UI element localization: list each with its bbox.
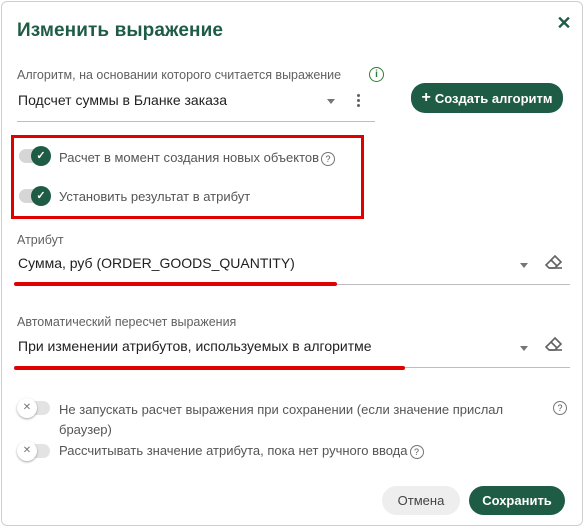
recalc-label: Автоматический пересчет выражения	[17, 315, 237, 329]
plus-icon: +	[421, 89, 431, 106]
info-icon[interactable]: i	[369, 67, 384, 82]
toggle-skip-calc-on-save-label: Не запускать расчет выражения при сохран…	[59, 402, 504, 437]
annotation-box	[11, 135, 364, 219]
attribute-value[interactable]: Сумма, руб (ORDER_GOODS_QUANTITY)	[18, 255, 295, 271]
toggle-set-result-label: Установить результат в атрибут	[59, 189, 251, 204]
check-icon: ✓	[31, 146, 51, 166]
create-algorithm-label: Создать алгоритм	[434, 90, 553, 106]
x-icon: ✕	[17, 441, 37, 461]
toggle-set-result[interactable]: ✓	[19, 186, 51, 206]
recalc-value[interactable]: При изменении атрибутов, используемых в …	[18, 338, 372, 354]
annotation-underline	[14, 366, 405, 370]
help-icon[interactable]: ?	[409, 444, 424, 459]
algorithm-underline	[17, 121, 375, 122]
eraser-icon[interactable]	[545, 336, 563, 352]
toggle-calc-until-manual-label: Рассчитывать значение атрибута, пока нет…	[59, 443, 424, 459]
toggle-calc-on-create[interactable]: ✓	[19, 146, 51, 166]
check-icon: ✓	[31, 186, 51, 206]
edit-expression-dialog: Изменить выражение ✕ Алгоритм, на основа…	[1, 1, 583, 526]
more-options-icon[interactable]	[357, 94, 361, 108]
attribute-label: Атрибут	[17, 233, 64, 247]
eraser-icon[interactable]	[545, 254, 563, 270]
dialog-title: Изменить выражение	[17, 20, 224, 41]
cancel-button[interactable]: Отмена	[382, 486, 460, 515]
algorithm-value[interactable]: Подсчет суммы в Бланке заказа	[18, 92, 227, 108]
help-icon[interactable]: ?	[553, 401, 567, 415]
save-button[interactable]: Сохранить	[469, 486, 565, 515]
toggle-skip-calc-on-save[interactable]: ✕	[17, 398, 50, 418]
create-algorithm-button[interactable]: + Создать алгоритм	[411, 83, 563, 113]
toggle-calc-on-create-label: Расчет в момент создания новых объектов?	[59, 150, 336, 166]
chevron-down-icon[interactable]	[520, 346, 528, 351]
chevron-down-icon[interactable]	[327, 99, 335, 104]
close-icon[interactable]: ✕	[554, 13, 574, 33]
x-icon: ✕	[17, 398, 37, 418]
help-icon[interactable]: ?	[321, 151, 336, 166]
annotation-underline	[14, 282, 337, 286]
algorithm-label: Алгоритм, на основании которого считаетс…	[17, 68, 342, 82]
toggle-calc-until-manual[interactable]: ✕	[17, 441, 50, 461]
chevron-down-icon[interactable]	[520, 263, 528, 268]
